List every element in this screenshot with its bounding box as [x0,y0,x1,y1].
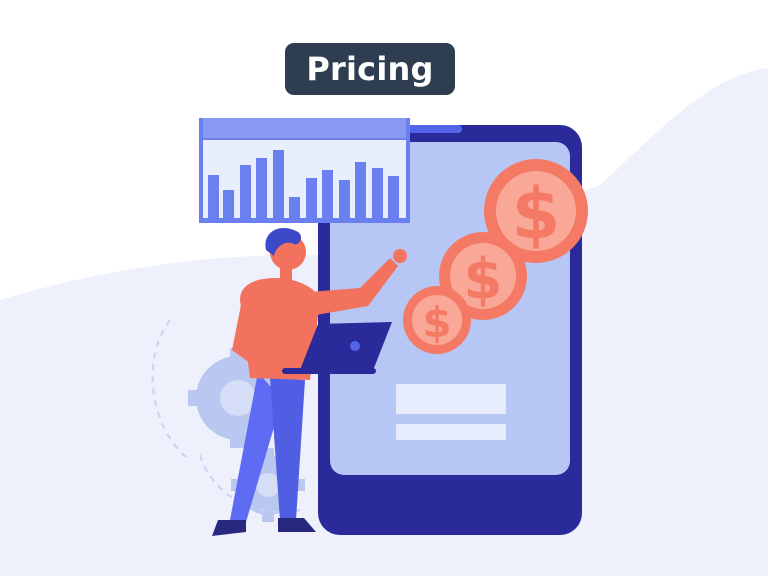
page-title: Pricing [285,43,455,95]
page-title-text: Pricing [306,50,434,88]
svg-text:$: $ [422,298,451,347]
screen-bar-2 [396,424,506,440]
bar-chart-icon [199,118,410,223]
dollar-coin-icon-small: $ [403,286,471,354]
screen-bar-1 [396,384,506,414]
svg-text:$: $ [464,247,503,312]
svg-text:$: $ [512,173,561,255]
